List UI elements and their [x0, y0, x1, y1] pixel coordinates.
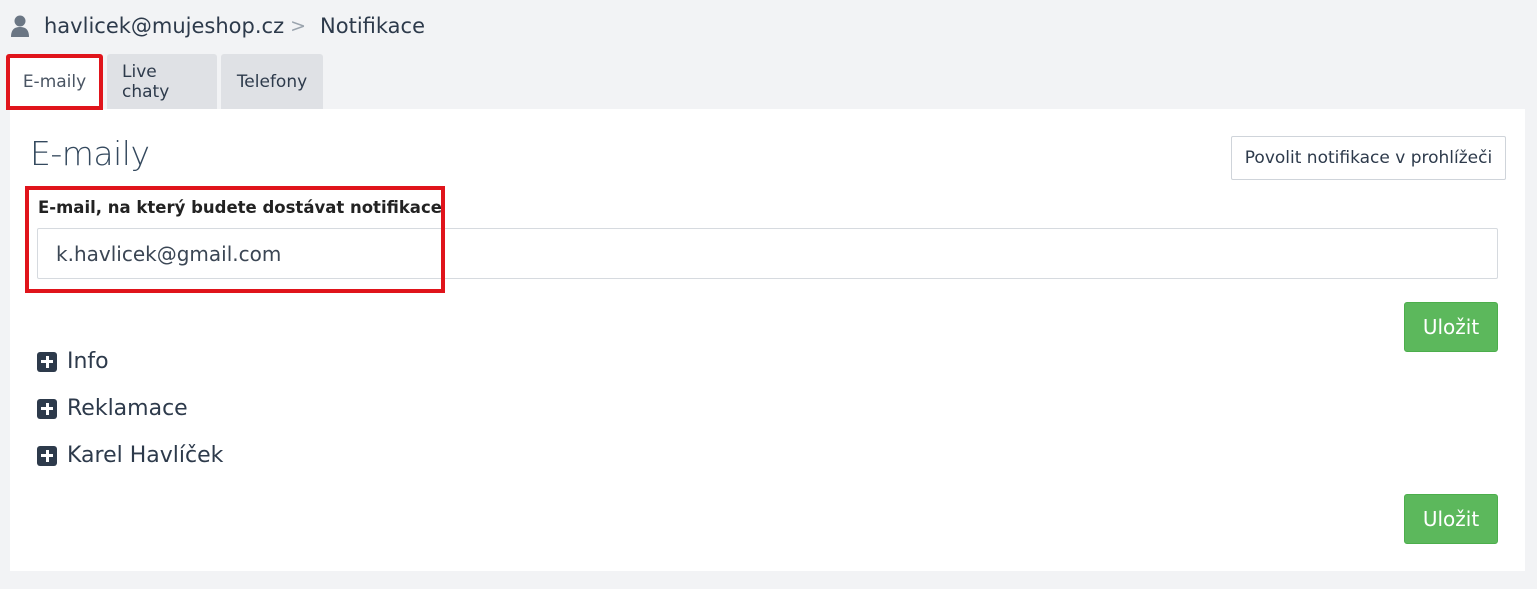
group-label: Reklamace: [67, 396, 188, 421]
group-info[interactable]: Info: [37, 349, 109, 374]
plus-square-icon[interactable]: [37, 445, 57, 466]
breadcrumb-account[interactable]: havlicek@mujeshop.cz: [44, 14, 284, 38]
breadcrumb-current: Notifikace: [320, 14, 426, 38]
group-reklamace[interactable]: Reklamace: [37, 396, 188, 421]
tab-live-chats[interactable]: Live chaty: [107, 54, 217, 110]
breadcrumb-separator: >: [290, 15, 307, 37]
user-icon: [10, 14, 30, 38]
group-label: Karel Havlíček: [67, 443, 224, 468]
breadcrumb: havlicek@mujeshop.cz > Notifikace: [10, 10, 425, 42]
notification-settings-page: havlicek@mujeshop.cz > Notifikace E-mail…: [0, 0, 1537, 589]
plus-square-icon[interactable]: [37, 398, 57, 419]
section-title: E-maily: [30, 134, 150, 173]
tab-emails[interactable]: E-maily: [6, 54, 103, 110]
save-button-top[interactable]: Uložit: [1404, 302, 1498, 352]
email-input[interactable]: [37, 228, 1498, 279]
tab-phones[interactable]: Telefony: [221, 54, 323, 110]
plus-square-icon[interactable]: [37, 351, 57, 372]
emails-panel: E-maily Povolit notifikace v prohlížeči …: [10, 109, 1525, 571]
group-label: Info: [67, 349, 109, 374]
email-field-label: E-mail, na který budete dostávat notifik…: [38, 198, 442, 217]
group-karel-havlicek[interactable]: Karel Havlíček: [37, 443, 223, 468]
save-button-bottom[interactable]: Uložit: [1404, 494, 1498, 544]
enable-browser-notifications-button[interactable]: Povolit notifikace v prohlížeči: [1231, 136, 1506, 180]
tab-bar: E-maily Live chaty Telefony: [6, 54, 327, 110]
